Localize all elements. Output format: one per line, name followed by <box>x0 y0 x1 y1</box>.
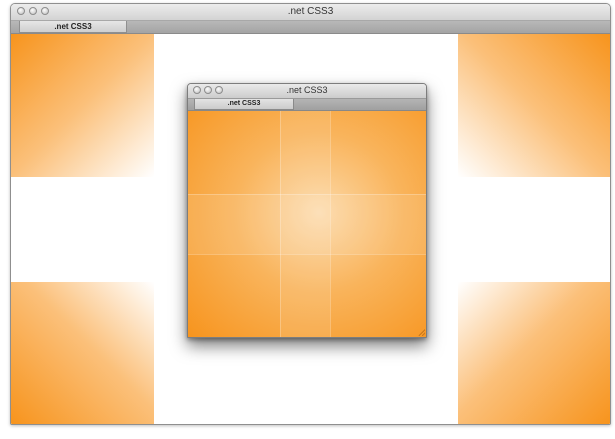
gradient-panel-top-left <box>11 34 154 177</box>
gradient-panel-top-right <box>458 34 610 177</box>
inner-tab-bar: .net CSS3 <box>188 99 426 111</box>
outer-window-title: .net CSS3 <box>287 6 334 17</box>
inner-titlebar[interactable]: .net CSS3 <box>188 84 426 99</box>
inner-tab-active[interactable]: .net CSS3 <box>194 99 294 110</box>
grid-line-vertical-2 <box>330 111 331 337</box>
inner-page-content <box>188 111 426 337</box>
grid-line-vertical-1 <box>280 111 281 337</box>
outer-tab-bar: .net CSS3 <box>11 21 610 34</box>
gradient-panel-bottom-right <box>458 282 610 424</box>
inner-window-title: .net CSS3 <box>286 85 328 95</box>
outer-tab-active[interactable]: .net CSS3 <box>19 21 127 33</box>
outer-titlebar[interactable]: .net CSS3 <box>11 4 610 21</box>
grid-line-horizontal-2 <box>188 254 426 255</box>
resize-grip-icon[interactable] <box>418 329 425 336</box>
grid-band-horizontal <box>188 194 426 254</box>
inner-browser-window[interactable]: .net CSS3 .net CSS3 <box>187 83 427 338</box>
grid-line-horizontal-1 <box>188 194 426 195</box>
gradient-panel-bottom-left <box>11 282 154 424</box>
